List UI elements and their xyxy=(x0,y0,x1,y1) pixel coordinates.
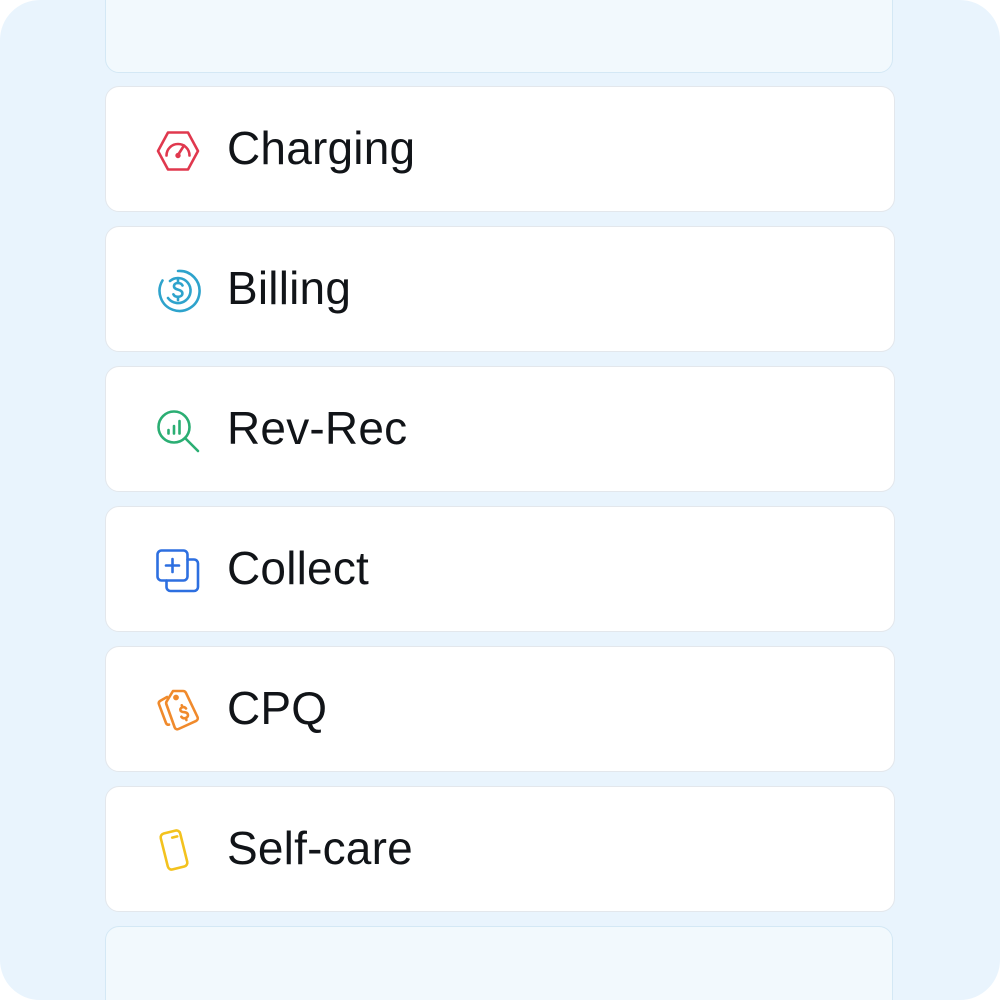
menu-item-label: CPQ xyxy=(227,682,328,734)
speedometer-hexagon-icon xyxy=(154,127,202,175)
partial-card-bottom xyxy=(105,926,893,1000)
price-tags-icon xyxy=(154,687,202,735)
menu-item-rev-rec[interactable]: Rev-Rec xyxy=(105,366,895,492)
menu-item-charging[interactable]: Charging xyxy=(105,86,895,212)
mobile-phone-icon xyxy=(154,827,202,875)
chart-magnifier-icon xyxy=(154,407,202,455)
menu-item-collect[interactable]: Collect xyxy=(105,506,895,632)
menu-item-label: Collect xyxy=(227,542,370,594)
menu-item-label: Self-care xyxy=(227,822,413,874)
menu-item-label: Charging xyxy=(227,122,416,174)
menu-item-cpq[interactable]: CPQ xyxy=(105,646,895,772)
app-frame: Charging Billing Rev-Rec Collect CPQ Sel… xyxy=(0,0,1000,1000)
stacked-squares-plus-icon xyxy=(154,547,202,595)
dollar-circle-icon xyxy=(154,267,202,315)
partial-card-top xyxy=(105,0,893,73)
menu-item-self-care[interactable]: Self-care xyxy=(105,786,895,912)
menu-item-billing[interactable]: Billing xyxy=(105,226,895,352)
menu-item-label: Billing xyxy=(227,262,352,314)
menu-item-label: Rev-Rec xyxy=(227,402,408,454)
